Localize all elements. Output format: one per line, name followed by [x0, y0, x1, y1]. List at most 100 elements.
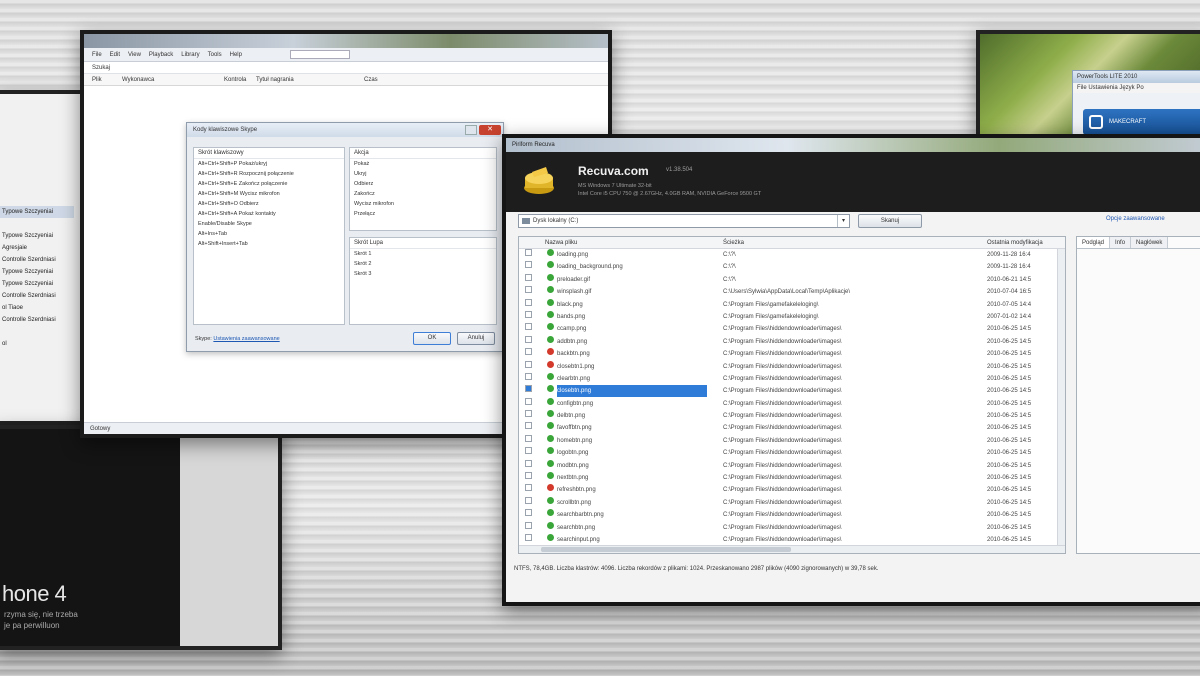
file-row[interactable]: refreshbtn.png C:\Program Files\hiddendow…	[519, 484, 1065, 496]
col-path[interactable]: Ścieżka	[723, 237, 744, 249]
file-row[interactable]: nextbtn.png C:\Program Files\hiddendownlo…	[519, 472, 1065, 484]
dialog-help-button[interactable]	[465, 125, 477, 135]
left-list-item[interactable]: Typowe Szczyeniai	[0, 266, 74, 278]
row-checkbox[interactable]	[525, 360, 532, 368]
dialog-list-item[interactable]: Alt+Shift+Insert+Tab	[194, 239, 344, 249]
dialog-list-item[interactable]: Przełącz	[350, 209, 496, 219]
left-list-item[interactable]: Controlle Szerdniasi	[0, 254, 74, 266]
dialog-list-item[interactable]: Enable/Disable Skype	[194, 219, 344, 229]
dialog-list-item[interactable]: Skrót 2	[350, 259, 496, 269]
menu-item-file[interactable]: File	[92, 52, 102, 58]
row-checkbox[interactable]	[525, 509, 532, 517]
file-row[interactable]: clearbtn.png C:\Program Files\hiddendownl…	[519, 372, 1065, 385]
dialog-list-item[interactable]: Zakończ	[350, 189, 496, 199]
left-list-item[interactable]	[0, 326, 74, 338]
powertools-banner[interactable]: MAKECRAFT	[1083, 109, 1200, 135]
row-checkbox[interactable]	[525, 261, 532, 269]
row-checkbox[interactable]	[525, 521, 532, 529]
menu-item-tools[interactable]: Tools	[208, 52, 222, 58]
cancel-button[interactable]: Anuluj	[457, 332, 495, 345]
media-col-header[interactable]: Kontrola	[224, 74, 246, 86]
row-checkbox[interactable]	[525, 447, 532, 455]
row-checkbox[interactable]	[525, 459, 532, 467]
media-col-header[interactable]: Tytuł nagrania	[256, 74, 294, 86]
dialog-list-item[interactable]: Alt+Ctrl+Shift+A Pokaż kontakty	[194, 209, 344, 219]
media-col-header[interactable]: Czas	[364, 74, 378, 86]
media-col-header[interactable]: Wykonawca	[122, 74, 154, 86]
file-row[interactable]: winsplash.gif C:\Users\Sylwia\AppData\Loc…	[519, 286, 1065, 298]
dialog-list-item[interactable]: Ukryj	[350, 169, 496, 179]
file-row[interactable]: bands.png C:\Program Files\gamefakelelogi…	[519, 310, 1065, 323]
file-row[interactable]: ccamp.png C:\Program Files\hiddendownload…	[519, 323, 1065, 335]
media-titlebar[interactable]	[84, 34, 608, 48]
dialog-list-item[interactable]: Skrót 3	[350, 269, 496, 279]
action-list[interactable]: Akcja Pokaż Ukryj Odbierz Zakończ Wycisz mik…	[349, 147, 497, 231]
file-row[interactable]: black.png C:\Program Files\gamefakelelogi…	[519, 298, 1065, 311]
left-list-item[interactable]: Typowe Szczyeniai	[0, 206, 74, 218]
file-row[interactable]: preloader.gif C:\?\ 2010-06-21 14:5	[519, 273, 1065, 286]
file-row[interactable]: delbtn.png C:\Program Files\hiddendownloa…	[519, 410, 1065, 422]
row-checkbox[interactable]	[525, 298, 532, 306]
file-row[interactable]: homebtn.png C:\Program Files\hiddendownlo…	[519, 434, 1065, 447]
left-list-item[interactable]: ol	[0, 338, 74, 350]
row-checkbox[interactable]	[525, 472, 532, 480]
menu-item-view[interactable]: View	[128, 52, 141, 58]
scan-button[interactable]: Skanuj	[858, 214, 922, 228]
menu-item-edit[interactable]: Edit	[110, 52, 120, 58]
menu-item-playback[interactable]: Playback	[149, 52, 173, 58]
left-list-item[interactable]: Controlle Szerdniasi	[0, 314, 74, 326]
dialog-list-item[interactable]: Wycisz mikrofon	[350, 199, 496, 209]
row-checkbox[interactable]	[525, 286, 532, 294]
file-row[interactable]: scrollbtn.png C:\Program Files\hiddendown…	[519, 496, 1065, 509]
row-checkbox[interactable]	[525, 372, 532, 380]
shortcut-list[interactable]: Skrót klawiszowy Alt+Ctrl+Shift+P Pokaż/…	[193, 147, 345, 325]
row-checkbox[interactable]	[525, 410, 532, 418]
row-checkbox[interactable]	[525, 484, 532, 492]
row-checkbox[interactable]	[525, 249, 532, 256]
row-checkbox[interactable]	[525, 335, 532, 343]
dialog-list-item[interactable]: Alt+Ins+Tab	[194, 229, 344, 239]
dialog-list-item[interactable]: Alt+Ctrl+Shift+E Zakończ połączenie	[194, 179, 344, 189]
file-row[interactable]: searchbtn.png C:\Program Files\hiddendown…	[519, 521, 1065, 534]
row-checkbox[interactable]	[525, 385, 532, 393]
file-row[interactable]: addbtn.png C:\Program Files\hiddendownloa…	[519, 335, 1065, 348]
advanced-settings-link[interactable]: Ustawienia zaawansowane	[213, 336, 279, 342]
left-list-item[interactable]: Typowe Szczyeniai	[0, 278, 74, 290]
dialog-list-item[interactable]: Alt+Ctrl+Shift+M Wycisz mikrofon	[194, 189, 344, 199]
file-row[interactable]: modbtn.png C:\Program Files\hiddendownloa…	[519, 459, 1065, 472]
tab-2[interactable]: Nagłówek	[1131, 237, 1169, 248]
drive-select[interactable]: Dysk lokalny (C:) ▾	[518, 214, 850, 228]
row-checkbox[interactable]	[525, 310, 532, 318]
powertools-menu[interactable]: File Ustawienia Język Po	[1073, 83, 1200, 93]
menu-item-library[interactable]: Library	[181, 52, 199, 58]
dialog-list-item[interactable]: Alt+Ctrl+Shift+O Odbierz	[194, 199, 344, 209]
file-row[interactable]: closebtn.png C:\Program Files\hiddendownl…	[519, 385, 1065, 398]
shortcut-lupa-list[interactable]: Skrót Lupa Skrót 1 Skrót 2 Skrót 3	[349, 237, 497, 325]
dialog-list-item[interactable]: Alt+Ctrl+Shift+R Rozpocznij połączenie	[194, 169, 344, 179]
row-checkbox[interactable]	[525, 434, 532, 442]
left-list-item[interactable]: Controlle Szerdniasi	[0, 290, 74, 302]
row-checkbox[interactable]	[525, 323, 532, 331]
left-list-item[interactable]: ol Tiaoe	[0, 302, 74, 314]
menu-item-help[interactable]: Help	[230, 52, 242, 58]
file-row[interactable]: loading.png C:\?\ 2009-11-28 16:4	[519, 249, 1065, 261]
media-col-header[interactable]: Plik	[92, 74, 102, 86]
file-row[interactable]: loading_background.png C:\?\ 2009-11-28 16…	[519, 261, 1065, 273]
recuva-titlebar[interactable]: Piriform Recuva	[506, 138, 1200, 152]
file-row[interactable]: logobtn.png C:\Program Files\hiddendownlo…	[519, 447, 1065, 459]
col-filename[interactable]: Nazwa pliku	[545, 237, 577, 249]
dialog-list-item[interactable]: Alt+Ctrl+Shift+P Pokaż/ukryj	[194, 159, 344, 169]
row-checkbox[interactable]	[525, 348, 532, 356]
vertical-scrollbar[interactable]	[1057, 249, 1065, 545]
file-row[interactable]: closebtn1.png C:\Program Files\hiddendown…	[519, 360, 1065, 373]
ok-button[interactable]: OK	[413, 332, 451, 345]
media-address[interactable]: Szukaj	[84, 62, 608, 74]
left-list-item[interactable]	[0, 194, 74, 206]
file-row[interactable]: backbtn.png C:\Program Files\hiddendownlo…	[519, 348, 1065, 360]
row-checkbox[interactable]	[525, 496, 532, 504]
row-checkbox[interactable]	[525, 397, 532, 405]
file-row[interactable]: favoffbtn.png C:\Program Files\hiddendown…	[519, 422, 1065, 434]
row-checkbox[interactable]	[525, 533, 532, 541]
left-list-item[interactable]	[0, 218, 74, 230]
dialog-list-item[interactable]: Pokaż	[350, 159, 496, 169]
